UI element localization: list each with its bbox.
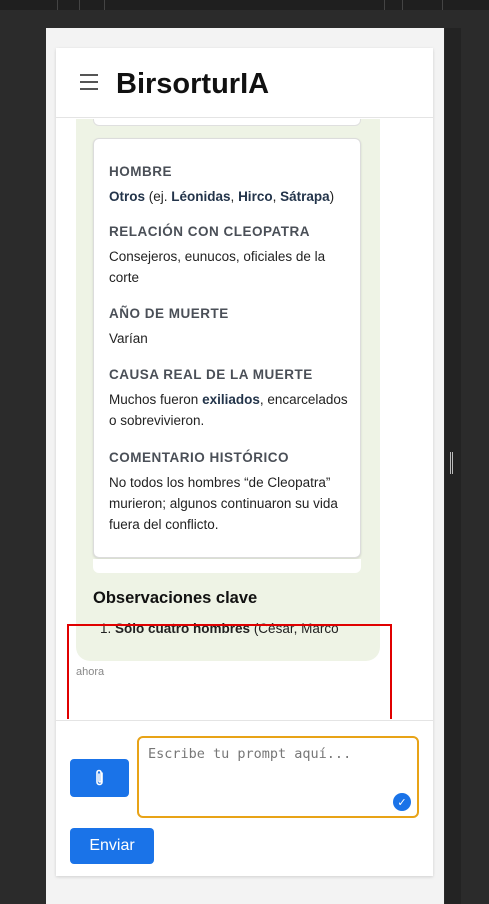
app-title: BirsorturIA xyxy=(116,68,270,100)
person-entry-card: HOMBRE Otros (ej. Léonidas, Hirco, Sátra… xyxy=(93,138,361,558)
observations-title: Observaciones clave xyxy=(93,589,258,607)
field-label-hombre: HOMBRE xyxy=(109,164,172,179)
card-footer-strip xyxy=(93,559,361,573)
app-header: BirsorturIA xyxy=(56,48,433,118)
previous-entry-card xyxy=(93,119,361,126)
field-value-ano-muerte: Varían xyxy=(109,331,148,346)
paperclip-icon xyxy=(95,769,103,786)
send-button[interactable]: Enviar xyxy=(70,828,154,864)
check-icon: ✓ xyxy=(393,793,411,811)
field-label-ano-muerte: AÑO DE MUERTE xyxy=(109,306,229,321)
composer: ✓ Enviar xyxy=(56,720,433,876)
hamburger-menu-icon[interactable] xyxy=(80,74,98,90)
attach-button[interactable] xyxy=(70,759,129,797)
field-label-relacion: RELACIÓN CON CLEOPATRA xyxy=(109,224,310,239)
resize-handle[interactable] xyxy=(450,452,453,474)
chat-area[interactable]: HOMBRE Otros (ej. Léonidas, Hirco, Sátra… xyxy=(56,119,433,719)
device-frame: BirsorturIA HOMBRE Otros (ej. Léonidas, … xyxy=(46,28,444,904)
prompt-input[interactable] xyxy=(137,736,419,818)
splitter-bar xyxy=(445,28,461,904)
window-top-strip xyxy=(0,0,489,10)
field-value-comentario: No todos los hombres “de Cleopatra” muri… xyxy=(109,475,338,532)
field-value-causa: Muchos fueron exiliados, encarcelados o … xyxy=(109,392,348,428)
field-label-causa: CAUSA REAL DE LA MUERTE xyxy=(109,367,313,382)
field-value-hombre: Otros (ej. Léonidas, Hirco, Sátrapa) xyxy=(109,189,335,204)
field-label-comentario: COMENTARIO HISTÓRICO xyxy=(109,450,289,465)
app-card: BirsorturIA HOMBRE Otros (ej. Léonidas, … xyxy=(56,48,433,876)
highlight-box xyxy=(67,624,392,719)
field-value-relacion: Consejeros, eunucos, oficiales de la cor… xyxy=(109,249,326,285)
